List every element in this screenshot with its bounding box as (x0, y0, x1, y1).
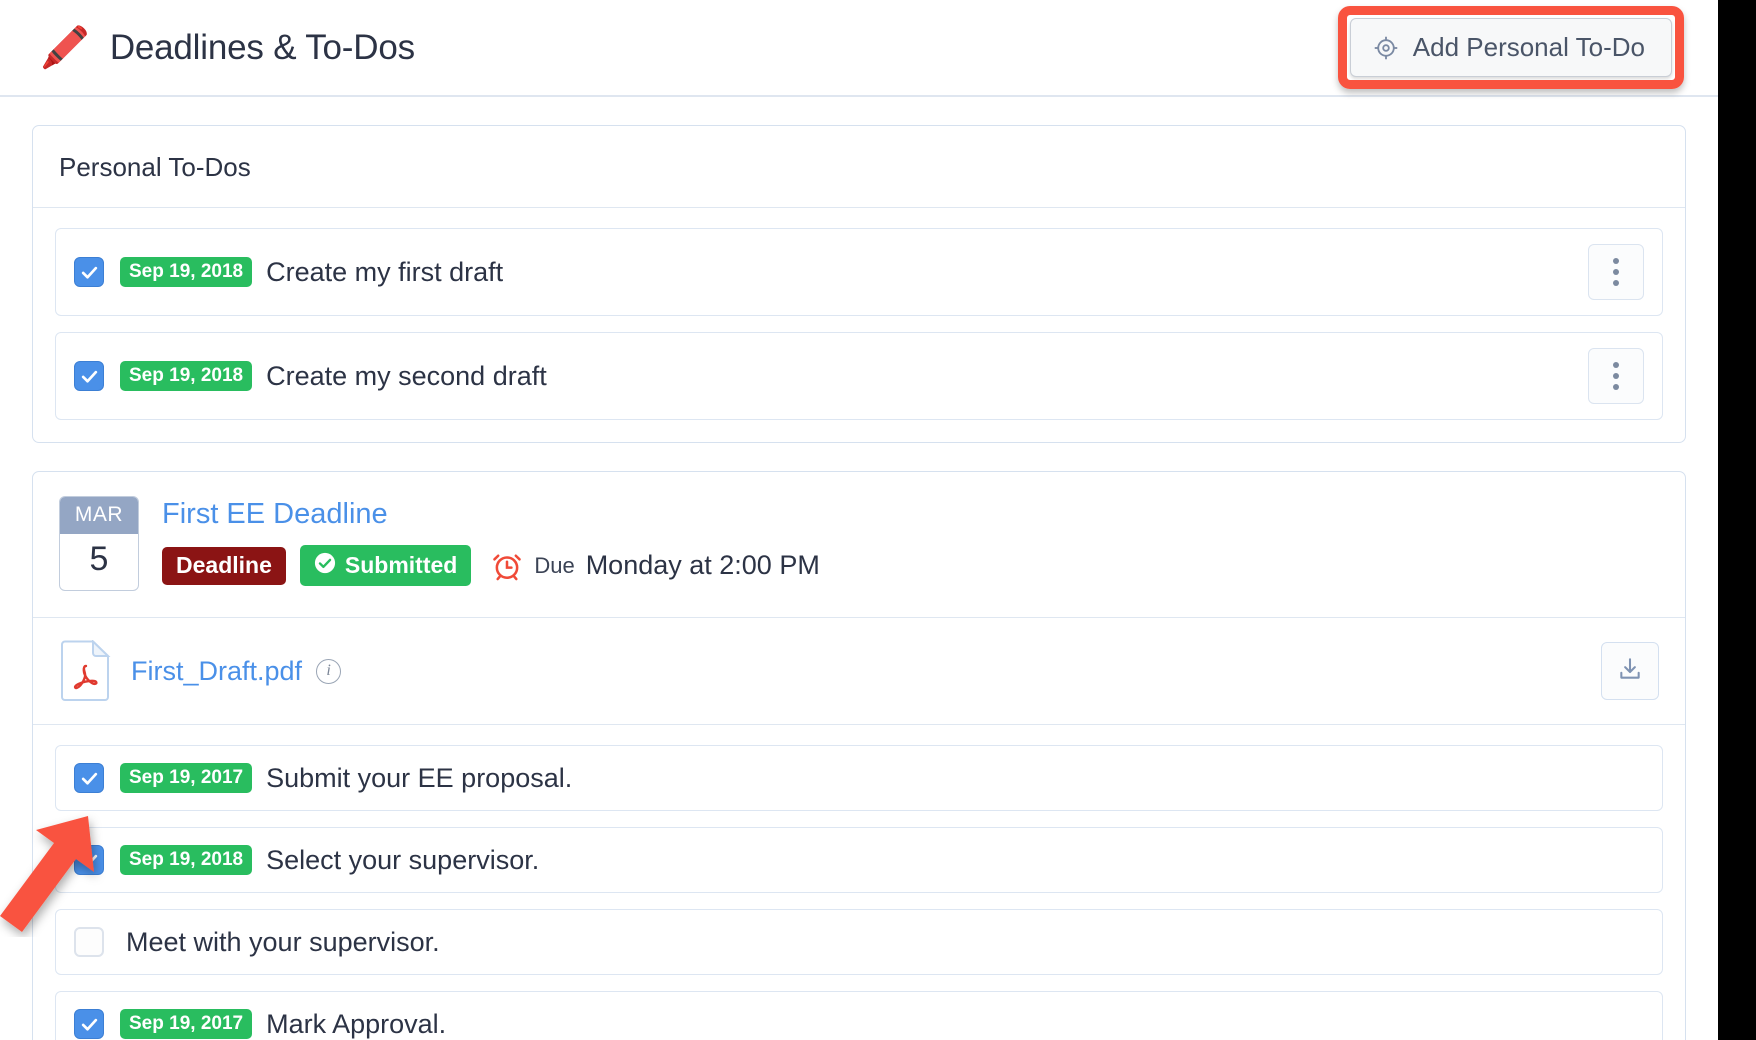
todo-checkbox[interactable] (74, 927, 104, 957)
target-icon (1373, 35, 1399, 61)
page-header: 🖍️ Deadlines & To-Dos Add Personal To-Do (0, 0, 1718, 97)
add-personal-todo-button[interactable]: Add Personal To-Do (1349, 18, 1672, 77)
todo-label: Create my second draft (266, 360, 547, 391)
deadline-badge-row: Deadline Submitted Due Monday at 2:00 PM (162, 545, 820, 586)
list-item[interactable]: Sep 19, 2018 Select your supervisor. (55, 827, 1663, 893)
deadline-card: MAR 5 First EE Deadline Deadline Submitt… (32, 471, 1686, 1040)
personal-todos-card: Personal To-Dos Sep 19, 2018 Create my f… (32, 125, 1686, 443)
todo-date-badge: Sep 19, 2017 (120, 763, 253, 793)
status-badge-submitted-label: Submitted (344, 551, 458, 578)
due-label: Due (534, 552, 575, 578)
deadline-header: MAR 5 First EE Deadline Deadline Submitt… (33, 472, 1685, 618)
download-button[interactable] (1601, 642, 1659, 700)
todo-date-badge: Sep 19, 2017 (120, 1009, 253, 1039)
todo-label: Mark Approval. (266, 1008, 447, 1039)
pencil-icon: 🖍️ (40, 25, 90, 70)
todo-label: Select your supervisor. (266, 844, 540, 875)
status-badge-submitted: Submitted (299, 545, 472, 586)
calendar-badge: MAR 5 (59, 496, 139, 591)
todo-checkbox[interactable] (74, 361, 104, 391)
todo-label: Create my first draft (266, 256, 504, 287)
add-personal-todo-highlight-wrapper: Add Personal To-Do (1337, 6, 1684, 89)
kebab-menu-icon[interactable] (1588, 348, 1644, 404)
due-value: Monday at 2:00 PM (585, 550, 820, 580)
page-header-left: 🖍️ Deadlines & To-Dos (40, 28, 415, 68)
info-icon[interactable]: i (316, 658, 342, 684)
app-viewport: 🖍️ Deadlines & To-Dos Add Personal To-Do… (0, 0, 1718, 1040)
page-header-right: Add Personal To-Do (1337, 6, 1684, 89)
todo-label: Meet with your supervisor. (126, 926, 440, 957)
calendar-month: MAR (60, 497, 138, 534)
list-item[interactable]: Sep 19, 2018 Create my second draft (55, 332, 1663, 420)
todo-checkbox[interactable] (74, 845, 104, 875)
download-icon (1617, 656, 1643, 687)
todo-label: Submit your EE proposal. (266, 762, 573, 793)
todo-date-badge: Sep 19, 2018 (120, 845, 253, 875)
todo-date-badge: Sep 19, 2018 (120, 361, 253, 391)
list-item[interactable]: Sep 19, 2017 Mark Approval. (55, 991, 1663, 1040)
check-circle-icon (314, 552, 336, 578)
deadline-meta: First EE Deadline Deadline Submitted Due… (162, 496, 820, 586)
deadline-title-link[interactable]: First EE Deadline (162, 498, 388, 531)
personal-todos-card-title: Personal To-Dos (33, 126, 1685, 208)
todo-date-badge: Sep 19, 2018 (120, 257, 253, 287)
status-badge-deadline: Deadline (162, 546, 286, 585)
list-item[interactable]: Sep 19, 2018 Create my first draft (55, 228, 1663, 316)
calendar-day: 5 (89, 540, 109, 578)
todo-checkbox[interactable] (74, 1009, 104, 1039)
personal-todos-list: Sep 19, 2018 Create my first draft Sep 1… (33, 208, 1685, 442)
kebab-menu-icon[interactable] (1588, 244, 1644, 300)
todo-checkbox[interactable] (74, 257, 104, 287)
add-personal-todo-label: Add Personal To-Do (1412, 32, 1645, 62)
attachment-row: First_Draft.pdf i (33, 618, 1685, 725)
todo-checkbox[interactable] (74, 763, 104, 793)
pdf-file-icon (59, 639, 111, 702)
list-item[interactable]: Sep 19, 2017 Submit your EE proposal. (55, 745, 1663, 811)
page-title: Deadlines & To-Dos (109, 27, 415, 67)
due-info: Due Monday at 2:00 PM (491, 550, 820, 582)
attachment-file-link[interactable]: First_Draft.pdf (131, 656, 302, 687)
list-item[interactable]: Meet with your supervisor. (55, 909, 1663, 975)
deadline-checklist: Sep 19, 2017 Submit your EE proposal. Se… (33, 725, 1685, 1040)
page-body: Personal To-Dos Sep 19, 2018 Create my f… (0, 97, 1718, 1040)
alarm-clock-icon (491, 550, 523, 582)
